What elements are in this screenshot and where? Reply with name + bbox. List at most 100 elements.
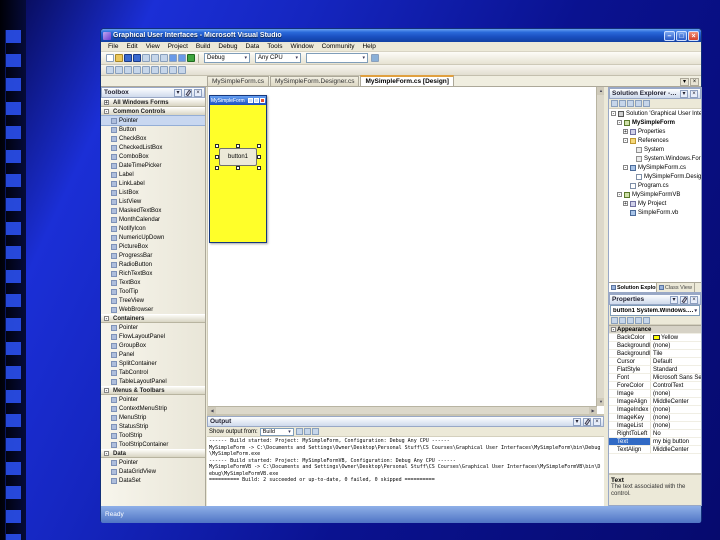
object-browser-icon[interactable]	[142, 66, 150, 74]
window-position-icon[interactable]: ▾	[174, 88, 182, 97]
property-name-cell[interactable]: Cursor	[609, 358, 651, 365]
section-expander-icon[interactable]: +	[104, 100, 109, 106]
menu-item[interactable]: File	[104, 43, 122, 50]
resize-handle[interactable]	[215, 144, 219, 148]
solution-explorer-icon[interactable]	[124, 66, 132, 74]
tree-node[interactable]: - MySimpleForm	[609, 118, 701, 127]
navigate-back-icon[interactable]	[106, 66, 114, 74]
toolbox-entry[interactable]: Pointer	[101, 115, 205, 126]
save-icon[interactable]	[124, 54, 132, 62]
property-value-cell[interactable]: Yellow	[651, 334, 701, 341]
menu-item[interactable]: Data	[242, 43, 264, 50]
navigate-forward-icon[interactable]	[115, 66, 123, 74]
section-expander-icon[interactable]: -	[104, 388, 109, 394]
toolbox-entry[interactable]: ProgressBar	[101, 251, 205, 260]
toolbox-entry[interactable]: RadioButton	[101, 260, 205, 269]
toolbox-entry[interactable]: + All Windows Forms	[101, 98, 205, 107]
menu-item[interactable]: Help	[358, 43, 379, 50]
toolbox-entry[interactable]: - Common Controls	[101, 107, 205, 116]
tree-node[interactable]: - MySimpleForm.cs	[609, 163, 701, 172]
go-to-message-icon[interactable]	[311, 428, 319, 435]
property-row[interactable]: BackgroundImageLayout Tile	[609, 350, 701, 358]
property-row[interactable]: Font Microsoft Sans Serif	[609, 374, 701, 382]
new-project-icon[interactable]	[106, 54, 114, 62]
menu-item[interactable]: Debug	[214, 43, 241, 50]
toolbox-entry[interactable]: GroupBox	[101, 341, 205, 350]
tab-list-dropdown-icon[interactable]: ▾	[680, 78, 689, 86]
properties-window-icon[interactable]	[133, 66, 141, 74]
close-panel-icon[interactable]: ×	[690, 295, 698, 304]
property-name-cell[interactable]: RightToLeft	[609, 430, 651, 437]
vertical-scrollbar[interactable]: ▲ ▼	[596, 87, 605, 406]
toolbox-entry[interactable]: TextBox	[101, 278, 205, 287]
tree-node[interactable]: + My Project	[609, 199, 701, 208]
document-tab[interactable]: MySimpleForm.cs [Design]	[360, 75, 454, 86]
menu-item[interactable]: View	[142, 43, 164, 50]
property-name-cell[interactable]: Image	[609, 390, 651, 397]
tree-node[interactable]: System	[609, 145, 701, 154]
toolbox-entry[interactable]: Label	[101, 170, 205, 179]
property-name-cell[interactable]: ImageAlign	[609, 398, 651, 405]
property-name-cell[interactable]: BackgroundImage	[609, 342, 651, 349]
close-button[interactable]: ×	[688, 30, 699, 41]
toolbox-entry[interactable]: NumericUpDown	[101, 233, 205, 242]
toolbox-entry[interactable]: ToolStripContainer	[101, 440, 205, 449]
object-selector-combo[interactable]: button1 System.Windows.Forms.Button ▾	[610, 305, 700, 316]
auto-hide-pin-icon[interactable]	[184, 88, 192, 97]
toolbox-entry[interactable]: PictureBox	[101, 242, 205, 251]
view-code-icon[interactable]	[635, 100, 642, 107]
solution-configuration-combo[interactable]: Debug ▾	[204, 53, 250, 63]
property-value-cell[interactable]: (none)	[651, 406, 701, 413]
toolbox-entry[interactable]: DataGridView	[101, 467, 205, 476]
toolbox-entry[interactable]: ListView	[101, 197, 205, 206]
resize-handle[interactable]	[257, 144, 261, 148]
designed-form-titlebar[interactable]: MySimpleForm	[210, 96, 266, 105]
section-expander-icon[interactable]: -	[104, 109, 109, 115]
toolbox-entry[interactable]: - Data	[101, 449, 205, 458]
toolbox-entry[interactable]: CheckBox	[101, 134, 205, 143]
tree-node[interactable]: + Properties	[609, 127, 701, 136]
property-row[interactable]: Text my big button	[609, 438, 701, 446]
resize-handle[interactable]	[257, 166, 261, 170]
tree-expander-icon[interactable]: -	[623, 165, 628, 171]
property-row[interactable]: ImageKey (none)	[609, 414, 701, 422]
property-value-cell[interactable]: No	[651, 430, 701, 437]
property-value-cell[interactable]: Standard	[651, 366, 701, 373]
resize-handle[interactable]	[215, 166, 219, 170]
tree-node[interactable]: Program.cs	[609, 181, 701, 190]
toolbox-entry[interactable]: Panel	[101, 350, 205, 359]
error-list-icon[interactable]	[160, 66, 168, 74]
tab-class-view[interactable]: Class View	[657, 283, 695, 292]
toolbox-entry[interactable]: Pointer	[101, 458, 205, 467]
property-row[interactable]: ForeColor ControlText	[609, 382, 701, 390]
copy-icon[interactable]	[151, 54, 159, 62]
property-row[interactable]: Image (none)	[609, 390, 701, 398]
property-name-cell[interactable]: - Appearance	[609, 326, 701, 333]
toolbox-entry[interactable]: - Menus & Toolbars	[101, 386, 205, 395]
toolbox-entry[interactable]: ComboBox	[101, 152, 205, 161]
property-name-cell[interactable]: ImageKey	[609, 414, 651, 421]
property-row[interactable]: ImageIndex (none)	[609, 406, 701, 414]
property-value-cell[interactable]: (none)	[651, 414, 701, 421]
section-expander-icon[interactable]: -	[104, 451, 109, 457]
menu-item[interactable]: Build	[192, 43, 214, 50]
property-value-cell[interactable]: (none)	[651, 390, 701, 397]
find-combo[interactable]: ▾	[306, 53, 368, 63]
tree-node[interactable]: System.Windows.Forms	[609, 154, 701, 163]
events-icon[interactable]	[635, 316, 642, 324]
close-panel-icon[interactable]: ×	[690, 89, 698, 98]
view-designer-icon[interactable]	[643, 100, 650, 107]
toolbox-entry[interactable]: Pointer	[101, 323, 205, 332]
categorized-icon[interactable]	[611, 316, 618, 324]
property-name-cell[interactable]: BackgroundImageLayout	[609, 350, 651, 357]
resize-handle[interactable]	[257, 155, 261, 159]
toolbox-entry[interactable]: Button	[101, 125, 205, 134]
toolbox-entry[interactable]: Pointer	[101, 395, 205, 404]
command-window-icon[interactable]	[178, 66, 186, 74]
word-wrap-icon[interactable]	[303, 428, 311, 435]
toolbox-entry[interactable]: - Containers	[101, 314, 205, 323]
maximize-button[interactable]: □	[676, 30, 687, 41]
solution-explorer-titlebar[interactable]: Solution Explorer - Solution 'Graphical …	[609, 88, 701, 99]
toolbox-icon[interactable]	[151, 66, 159, 74]
start-debug-icon[interactable]	[187, 54, 195, 62]
